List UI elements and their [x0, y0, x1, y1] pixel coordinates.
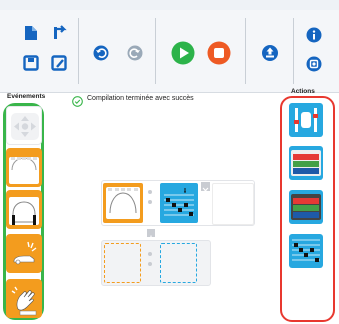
toolbar-separator — [293, 18, 294, 84]
connector-dot — [148, 190, 152, 194]
tap-icon — [13, 241, 37, 265]
motors-action[interactable] — [289, 103, 323, 137]
redo-icon[interactable] — [126, 44, 144, 62]
top-color-action[interactable] — [289, 146, 323, 180]
music-notes-icon — [164, 188, 194, 216]
tap-event[interactable] — [6, 234, 42, 273]
toolbar-separator — [245, 18, 246, 84]
open-folder-icon[interactable] — [50, 24, 68, 42]
empty-action-slot[interactable] — [212, 183, 254, 225]
toolbar-separator — [155, 18, 156, 84]
music-action[interactable] — [289, 234, 323, 268]
actions-label: Actions — [291, 88, 315, 95]
add-rule-icon[interactable] — [147, 229, 155, 241]
upload-robot-icon[interactable] — [260, 43, 280, 63]
remove-rule-icon[interactable] — [201, 182, 210, 194]
ground-sensors-event[interactable] — [6, 190, 42, 229]
status-message: Compilation terminée avec succès — [87, 95, 194, 102]
empty-action-slot[interactable] — [160, 243, 197, 283]
clap-icon — [11, 286, 37, 316]
bottom-color-action[interactable] — [289, 190, 323, 224]
connector-dot — [148, 200, 152, 204]
music-notes-icon — [292, 239, 320, 262]
rule-event-block[interactable] — [103, 183, 143, 223]
toolbar — [0, 10, 339, 93]
arrow-buttons-icon — [11, 113, 39, 140]
empty-event-slot[interactable] — [104, 243, 141, 283]
proximity-sensors-icon — [106, 187, 140, 219]
new-document-icon[interactable] — [22, 24, 40, 42]
success-check-icon — [72, 94, 83, 107]
front-proximity-event[interactable] — [6, 148, 42, 187]
settings-icon[interactable] — [305, 55, 323, 73]
motors-icon — [294, 108, 318, 132]
info-icon[interactable] — [305, 26, 323, 44]
rule-action-block[interactable] — [160, 183, 198, 223]
save-icon[interactable] — [22, 54, 40, 72]
top-color-icon — [291, 150, 321, 176]
stop-icon[interactable] — [207, 41, 231, 65]
proximity-sensors-icon — [9, 157, 39, 184]
run-icon[interactable] — [171, 41, 195, 65]
clap-event[interactable] — [6, 279, 42, 318]
ground-sensors-icon — [9, 197, 39, 225]
connector-dot — [148, 252, 152, 256]
bottom-color-icon — [291, 194, 321, 220]
events-label: Evénements — [7, 93, 46, 100]
toolbar-separator — [78, 18, 79, 84]
buttons-event[interactable] — [6, 106, 42, 145]
save-as-icon[interactable] — [50, 54, 68, 72]
undo-icon[interactable] — [92, 44, 110, 62]
connector-dot — [148, 262, 152, 266]
